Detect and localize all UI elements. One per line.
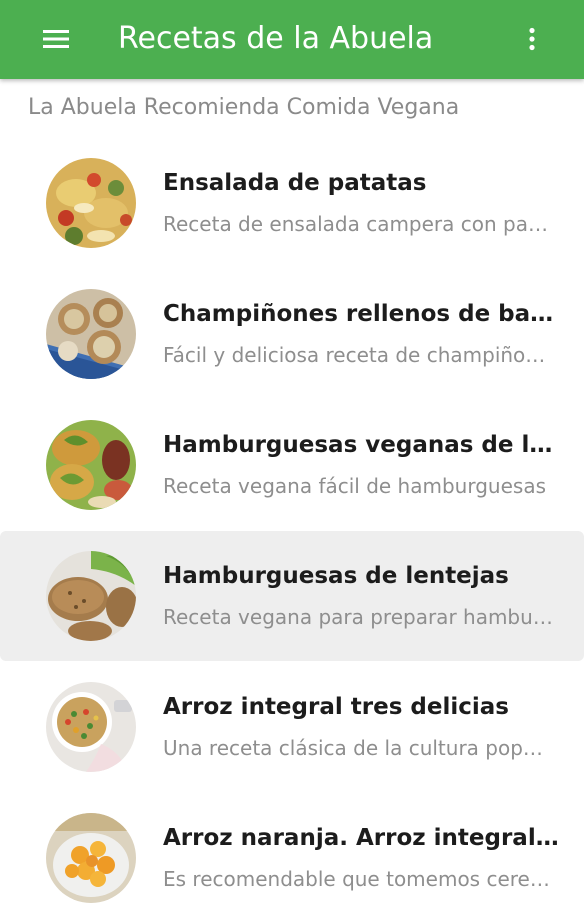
recipe-title: Arroz naranja. Arroz integral con [163,825,559,851]
recipe-item[interactable]: Champiñones rellenos de batata Fácil y d… [0,269,584,399]
more-vert-icon [529,27,535,51]
overflow-menu-button[interactable] [512,16,552,62]
orange-rice-thumbnail [46,813,136,903]
recipe-item-selected[interactable]: Hamburguesas de lentejas Receta vegana p… [0,531,584,661]
lentil-burgers-thumbnail [46,551,136,641]
recipe-title: Hamburguesas de lentejas [163,563,509,589]
recipe-description: Receta de ensalada campera con patatas [163,212,555,236]
recipe-item[interactable]: Hamburguesas veganas de lentejas Receta … [0,400,584,530]
recipe-title: Arroz integral tres delicias [163,694,509,720]
hamburger-menu-icon [43,30,69,48]
recipe-title: Ensalada de patatas [163,170,427,196]
menu-button[interactable] [28,15,84,63]
vegan-burgers-thumbnail [46,420,136,510]
recipe-description: Una receta clásica de la cultura popular [163,736,555,760]
recipe-list: Ensalada de patatas Receta de ensalada c… [0,137,584,923]
potato-salad-thumbnail [46,158,136,248]
recipe-description: Fácil y deliciosa receta de champiñones [163,343,555,367]
recipe-item[interactable]: Arroz integral tres delicias Una receta … [0,662,584,792]
section-subheader: La Abuela Recomienda Comida Vegana [28,95,460,120]
recipe-description: Receta vegana para preparar hamburguesas [163,605,555,629]
recipe-description: Es recomendable que tomemos cereales [163,867,555,891]
recipe-item[interactable]: Arroz naranja. Arroz integral con Es rec… [0,793,584,923]
app-bar: Recetas de la Abuela [0,0,584,79]
recipe-title: Hamburguesas veganas de lentejas [163,432,559,458]
recipe-description: Receta vegana fácil de hamburguesas [163,474,546,498]
recipe-title: Champiñones rellenos de batata [163,301,559,327]
recipe-item[interactable]: Ensalada de patatas Receta de ensalada c… [0,138,584,268]
fried-rice-thumbnail [46,682,136,772]
app-title: Recetas de la Abuela [118,21,434,56]
stuffed-mushrooms-thumbnail [46,289,136,379]
